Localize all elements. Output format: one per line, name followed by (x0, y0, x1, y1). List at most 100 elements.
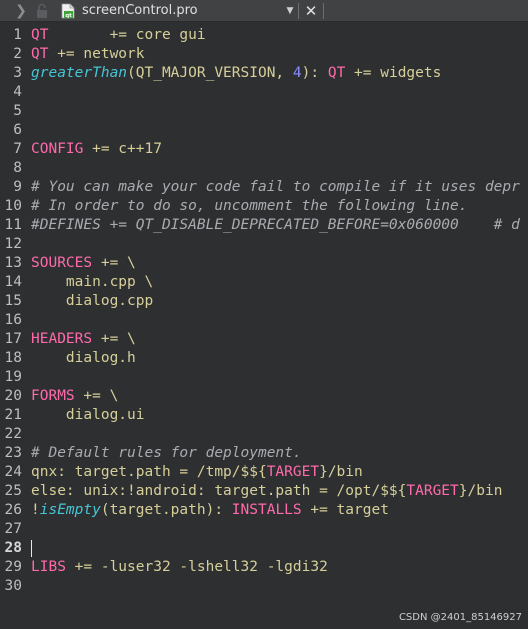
code-line[interactable]: 28 (0, 539, 528, 558)
line-number: 27 (4, 521, 22, 537)
open-documents-dropdown-icon[interactable]: ▼ (283, 2, 297, 20)
line-number: 17 (4, 331, 22, 347)
code-token: HEADERS (31, 331, 93, 347)
code-token: dialog.cpp (31, 293, 154, 309)
code-token: += core gui (48, 27, 206, 43)
code-token: += -luser32 -lshell32 -lgdi32 (65, 559, 328, 575)
code-line[interactable]: 22 (0, 425, 528, 444)
code-line[interactable]: 24 qnx: target.path = /tmp/$${TARGET}/bin (0, 463, 528, 482)
code-editor[interactable]: 1 QT += core gui 2 QT += network 3 greaterTha… (0, 26, 528, 629)
code-token: (QT_MAJOR_VERSION, (127, 65, 293, 81)
code-line[interactable]: 6 (0, 121, 528, 140)
code-line[interactable]: 19 (0, 368, 528, 387)
line-code: # You can make your code fail to compile… (31, 178, 520, 197)
tab-separator (298, 3, 299, 19)
code-line[interactable]: 10 # In order to do so, uncomment the fol… (0, 197, 528, 216)
code-token: main.cpp \ (31, 274, 154, 290)
code-token: QT (31, 46, 49, 62)
line-code: CONFIG += c++17 (31, 140, 162, 159)
line-number: 16 (4, 312, 22, 328)
line-number: 8 (13, 160, 22, 176)
code-token: (target.path): (100, 502, 232, 518)
code-token: QT (31, 27, 49, 43)
code-line[interactable]: 2 QT += network (0, 45, 528, 64)
line-code: else: unix:!android: target.path = /opt/… (31, 482, 502, 501)
code-token: SOURCES (31, 255, 93, 271)
code-token: += \ (92, 255, 136, 271)
close-document-button[interactable]: ✕ (303, 2, 319, 20)
code-line[interactable]: 29 LIBS += -luser32 -lshell32 -lgdi32 (0, 558, 528, 577)
line-number: 1 (13, 27, 22, 43)
code-token: # You can make your code fail to compile… (31, 179, 520, 195)
code-token: ): (301, 65, 328, 81)
line-code: greaterThan(QT_MAJOR_VERSION, 4): QT += … (31, 64, 441, 83)
line-code: QT += core gui (31, 26, 206, 45)
code-token: }/bin (319, 464, 363, 480)
navigate-forward-icon[interactable]: ❯ (14, 2, 28, 20)
qt-project-file-icon: qt (61, 3, 75, 19)
code-token: else: unix:!android: target.path = /opt/… (31, 483, 407, 499)
code-line[interactable]: 16 (0, 311, 528, 330)
code-line[interactable]: 20 FORMS += \ (0, 387, 528, 406)
line-number: 29 (4, 559, 22, 575)
code-line[interactable]: 5 (0, 102, 528, 121)
code-token: QT (327, 65, 346, 81)
code-token: dialog.h (31, 350, 136, 366)
code-line[interactable]: 9 # You can make your code fail to compil… (0, 178, 528, 197)
code-token: += \ (92, 331, 136, 347)
line-number: 12 (4, 236, 22, 252)
line-code: !isEmpty(target.path): INSTALLS += targe… (31, 501, 389, 520)
code-line[interactable]: 30 (0, 577, 528, 596)
code-line[interactable]: 1 QT += core gui (0, 26, 528, 45)
line-code: #DEFINES += QT_DISABLE_DEPRECATED_BEFORE… (31, 216, 520, 235)
line-number: 19 (4, 369, 22, 385)
code-line[interactable]: 15 dialog.cpp (0, 292, 528, 311)
code-token: TARGET (406, 483, 459, 499)
line-code: main.cpp \ (31, 273, 153, 292)
code-token: += \ (74, 388, 119, 404)
code-line[interactable]: 23 # Default rules for deployment. (0, 444, 528, 463)
code-line[interactable]: 18 dialog.h (0, 349, 528, 368)
code-token: ! (31, 502, 40, 518)
code-line[interactable]: 3 greaterThan(QT_MAJOR_VERSION, 4): QT +=… (0, 64, 528, 83)
code-token: 4 (292, 65, 302, 81)
line-number: 2 (13, 46, 22, 62)
code-token: #DEFINES += QT_DISABLE_DEPRECATED_BEFORE… (31, 217, 520, 233)
open-file-name[interactable]: screenControl.pro (82, 3, 198, 19)
line-number: 26 (4, 502, 22, 518)
line-number: 10 (4, 198, 22, 214)
code-line[interactable]: 14 main.cpp \ (0, 273, 528, 292)
code-line[interactable]: 4 (0, 83, 528, 102)
code-token: += widgets (345, 65, 442, 81)
code-line[interactable]: 25 else: unix:!android: target.path = /op… (0, 482, 528, 501)
line-number: 20 (4, 388, 22, 404)
code-line[interactable]: 8 (0, 159, 528, 178)
code-token: FORMS (31, 388, 75, 404)
code-line[interactable]: 26 !isEmpty(target.path): INSTALLS += tar… (0, 501, 528, 520)
editor-tab-bar: ❯ qt screenControl.pro ▼ ✕ (0, 0, 528, 22)
svg-text:qt: qt (65, 13, 72, 19)
code-line[interactable]: 27 (0, 520, 528, 539)
lock-icon[interactable] (34, 3, 50, 19)
code-line[interactable]: 13 SOURCES += \ (0, 254, 528, 273)
code-line[interactable]: 17 HEADERS += \ (0, 330, 528, 349)
code-line[interactable]: 7 CONFIG += c++17 (0, 140, 528, 159)
code-token: dialog.ui (31, 407, 145, 423)
line-code: dialog.cpp (31, 292, 153, 311)
line-number: 23 (4, 445, 22, 461)
line-number: 30 (4, 578, 22, 594)
line-code: HEADERS += \ (31, 330, 136, 349)
line-number: 15 (4, 293, 22, 309)
code-token: }/bin (458, 483, 503, 499)
line-number: 5 (13, 103, 22, 119)
code-token: qnx: target.path = /tmp/$${ (31, 464, 267, 480)
line-number: 25 (4, 483, 22, 499)
line-code: dialog.ui (31, 406, 145, 425)
code-line[interactable]: 21 dialog.ui (0, 406, 528, 425)
code-line[interactable]: 11 #DEFINES += QT_DISABLE_DEPRECATED_BEFO… (0, 216, 528, 235)
code-line[interactable]: 12 (0, 235, 528, 254)
code-token: CONFIG (31, 141, 84, 157)
line-number: 21 (4, 407, 22, 423)
line-code: qnx: target.path = /tmp/$${TARGET}/bin (31, 463, 363, 482)
code-token: INSTALLS (231, 502, 302, 518)
